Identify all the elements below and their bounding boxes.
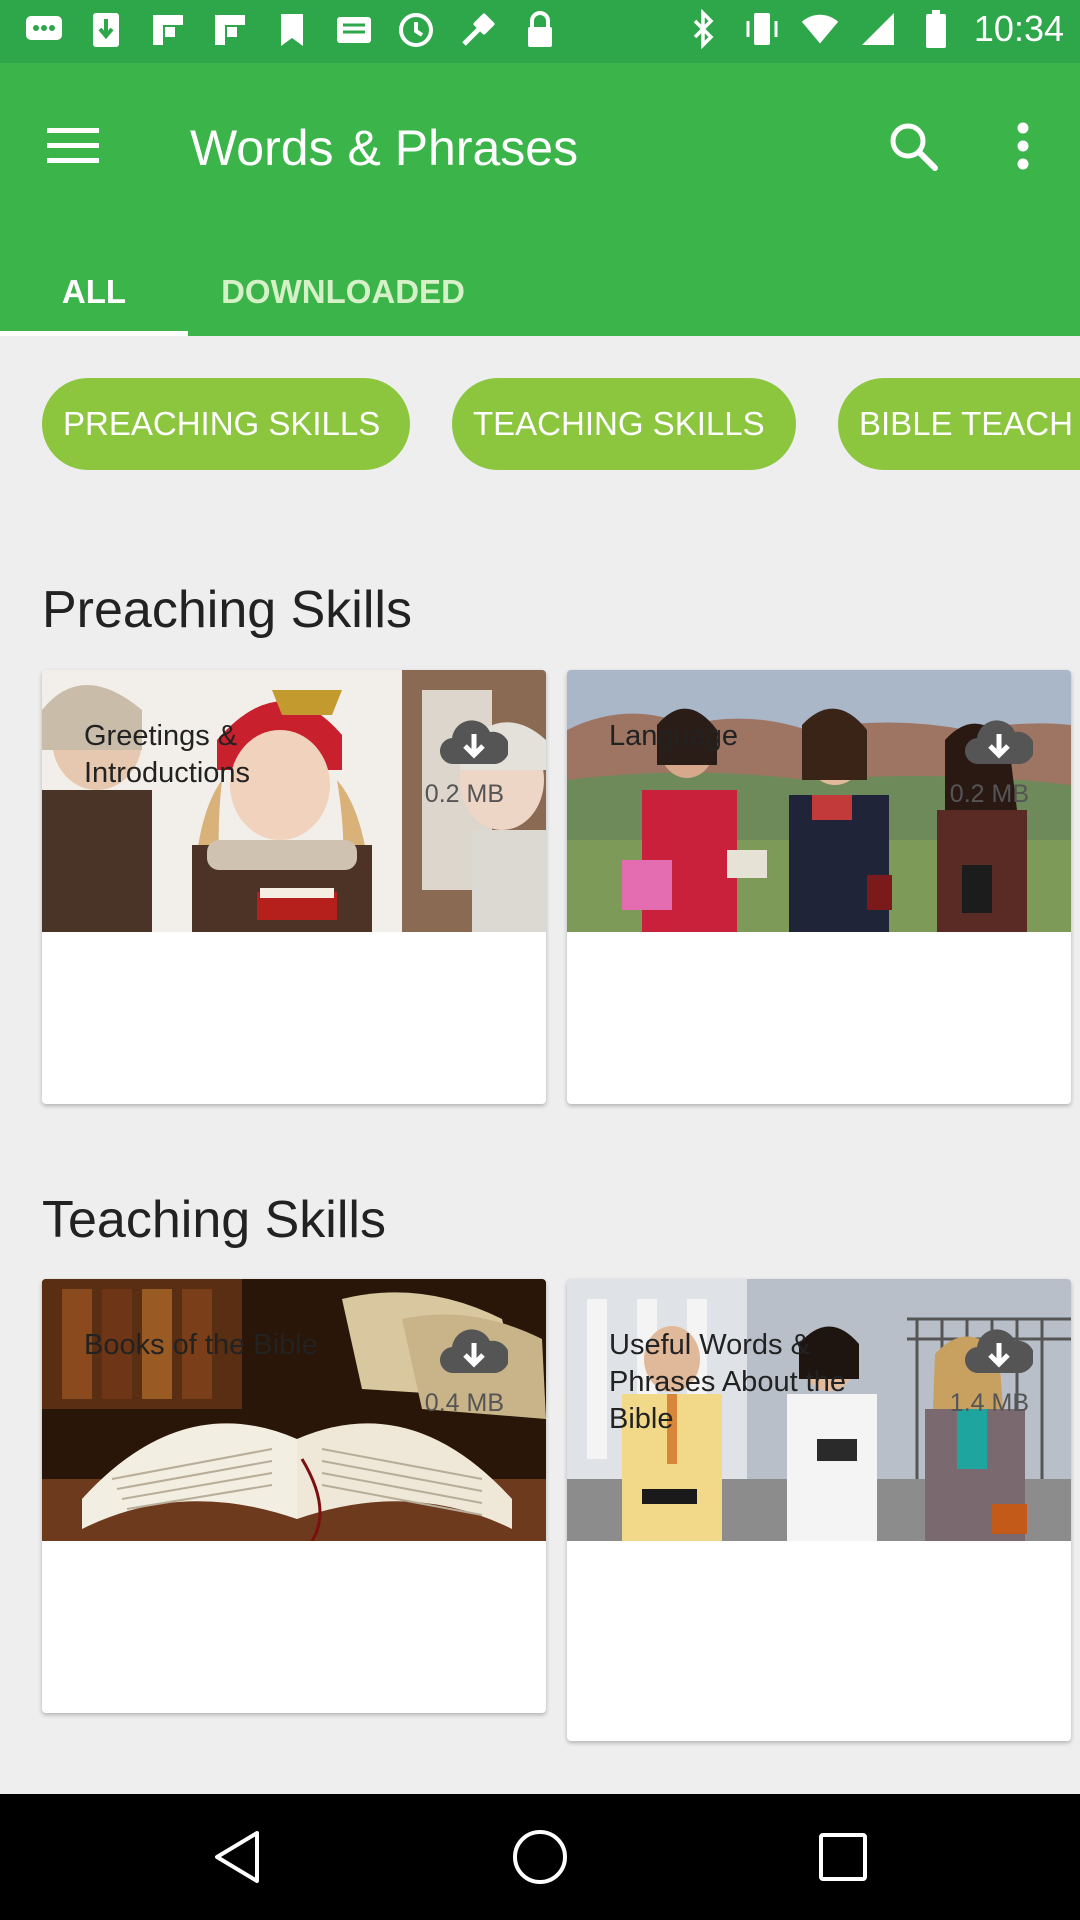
more-vert-icon[interactable] (980, 103, 1065, 188)
card-title: Greetings & Introductions (84, 720, 251, 789)
fake-gps-icon (458, 10, 498, 50)
cloud-download-icon[interactable] (440, 720, 508, 766)
download-icon (86, 10, 126, 50)
recent-apps-icon[interactable] (808, 1822, 878, 1892)
category-chips: PREACHING SKILLS TEACHING SKILLS BIBLE T… (0, 378, 1080, 470)
file-size: 0.2 MB (424, 780, 504, 808)
messages-icon (24, 10, 64, 50)
tab-bar: ALL DOWNLOADED (0, 248, 1080, 336)
home-icon[interactable] (505, 1822, 575, 1892)
lock-icon (520, 10, 560, 50)
bluetooth-icon (684, 9, 724, 49)
tab-indicator (0, 331, 188, 336)
tab-all[interactable]: ALL (0, 248, 188, 336)
hamburger-menu-icon[interactable] (30, 103, 115, 188)
section-title-teaching-skills: Teaching Skills (42, 1191, 386, 1249)
chip-preaching-skills[interactable]: PREACHING SKILLS (42, 378, 410, 470)
signal-icon (858, 9, 898, 49)
card-books-of-the-bible[interactable]: Books of the Bible 0.4 MB (42, 1279, 546, 1713)
battery-icon (916, 9, 956, 49)
card-title: Books of the Bible (84, 1329, 318, 1361)
card-title: Useful Words & Phrases About the Bible (609, 1329, 846, 1435)
status-bar: 10:34 (0, 0, 1080, 63)
file-size: 1.4 MB (949, 1389, 1029, 1417)
search-icon[interactable] (870, 103, 955, 188)
flipboard-icon (148, 10, 188, 50)
bookmark-icon (272, 10, 312, 50)
cloud-download-icon[interactable] (440, 1329, 508, 1375)
file-size: 0.2 MB (949, 780, 1029, 808)
navigation-bar (0, 1794, 1080, 1920)
mail-icon (334, 10, 374, 50)
status-right-icons: 10:34 (684, 8, 1064, 50)
sync-icon (396, 10, 436, 50)
card-title: Language (609, 720, 739, 752)
section-title-preaching-skills: Preaching Skills (42, 581, 412, 639)
card-useful-words-phrases-about-the-bible[interactable]: Useful Words & Phrases About the Bible 1… (567, 1279, 1071, 1741)
card-greetings-introductions[interactable]: Greetings & Introductions 0.2 MB (42, 670, 546, 1104)
chip-bible-teach[interactable]: BIBLE TEACH (838, 378, 1080, 470)
vibrate-icon (742, 9, 782, 49)
flipboard-icon (210, 10, 250, 50)
chip-teaching-skills[interactable]: TEACHING SKILLS (452, 378, 796, 470)
wifi-icon (800, 9, 840, 49)
status-left-icons (24, 10, 560, 50)
card-language[interactable]: Language 0.2 MB (567, 670, 1071, 1104)
tab-downloaded[interactable]: DOWNLOADED (188, 248, 498, 336)
back-icon[interactable] (202, 1822, 272, 1892)
file-size: 0.4 MB (424, 1389, 504, 1417)
page-title: Words & Phrases (190, 120, 579, 176)
app-bar: Words & Phrases ALL DOWNLOADED (0, 63, 1080, 336)
cloud-download-icon[interactable] (965, 720, 1033, 766)
cloud-download-icon[interactable] (965, 1329, 1033, 1375)
status-time: 10:34 (973, 8, 1064, 49)
